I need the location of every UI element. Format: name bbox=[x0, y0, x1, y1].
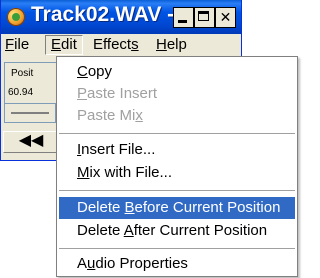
minimize-button[interactable] bbox=[173, 7, 194, 28]
menu-item-insert-file[interactable]: Insert File... bbox=[59, 139, 295, 161]
menu-file[interactable]: File bbox=[5, 36, 29, 54]
position-label: Posit bbox=[11, 68, 34, 79]
edit-menu-dropdown: Copy Paste Insert Paste Mix Insert File.… bbox=[56, 56, 298, 277]
menu-item-audio-properties[interactable]: Audio Properties bbox=[59, 253, 295, 275]
position-value: 60.94 bbox=[8, 87, 34, 98]
menu-separator bbox=[59, 248, 295, 249]
menu-item-mix-with-file[interactable]: Mix with File... bbox=[59, 162, 295, 184]
menu-item-paste-mix[interactable]: Paste Mix bbox=[59, 105, 295, 127]
menu-item-delete-after-current-position[interactable]: Delete After Current Position bbox=[59, 220, 295, 242]
maximize-button[interactable] bbox=[194, 7, 215, 28]
position-slider[interactable] bbox=[4, 103, 56, 123]
menu-help[interactable]: Help bbox=[156, 36, 187, 54]
menu-bar: File Edit Effects Help bbox=[1, 34, 241, 56]
menu-effects[interactable]: Effects bbox=[93, 36, 139, 54]
menu-edit[interactable]: Edit bbox=[45, 35, 83, 55]
menu-item-paste-insert[interactable]: Paste Insert bbox=[59, 83, 295, 105]
menu-item-delete-before-current-position[interactable]: Delete Before Current Position bbox=[59, 197, 295, 219]
sound-recorder-app-icon[interactable] bbox=[7, 8, 25, 26]
title-bar[interactable]: Track02.WAV - ... ✕ bbox=[1, 0, 241, 34]
close-button[interactable]: ✕ bbox=[215, 7, 236, 28]
menu-separator bbox=[59, 190, 295, 191]
seek-to-start-button[interactable]: ◀◀ bbox=[3, 131, 59, 153]
menu-separator bbox=[59, 133, 295, 134]
menu-item-copy[interactable]: Copy bbox=[59, 61, 295, 83]
position-box: Posit 60.94 bbox=[4, 62, 58, 104]
